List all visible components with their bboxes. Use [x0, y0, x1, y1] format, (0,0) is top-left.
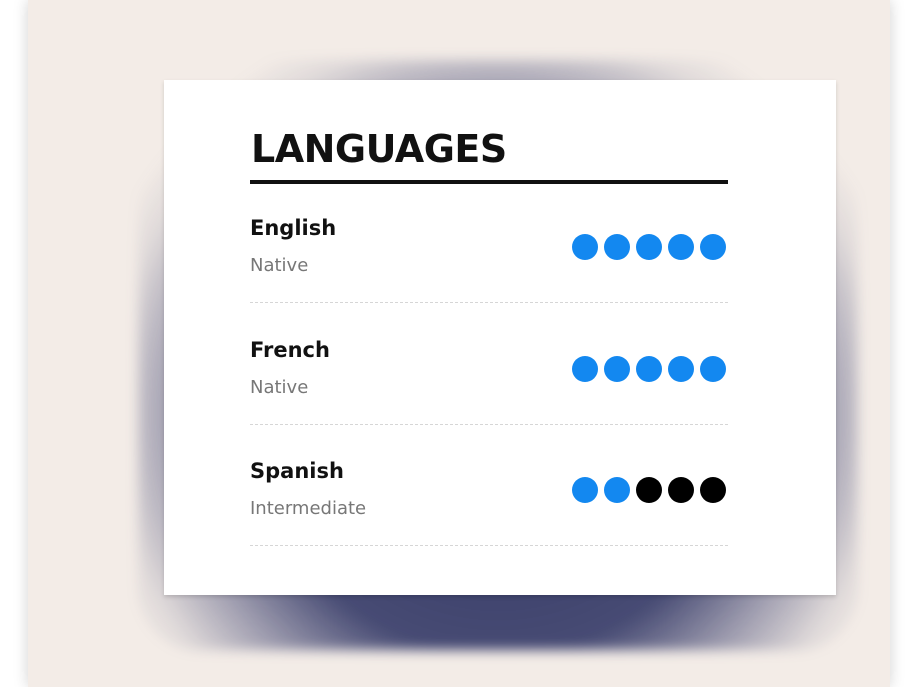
rating-dot-filled	[668, 356, 694, 382]
page-background: LANGUAGES English Native French Native S…	[28, 0, 890, 687]
rating-dot-filled	[572, 234, 598, 260]
language-row-french: French Native	[250, 338, 728, 460]
language-row-spanish: Spanish Intermediate	[250, 459, 728, 581]
title-underline	[250, 180, 728, 184]
proficiency-rating	[572, 356, 726, 382]
rating-dot-filled	[572, 477, 598, 503]
rating-dot-empty	[668, 477, 694, 503]
language-level: Native	[250, 255, 309, 276]
row-divider	[250, 424, 728, 425]
languages-card: LANGUAGES English Native French Native S…	[164, 80, 836, 595]
section-title: LANGUAGES	[251, 127, 507, 171]
proficiency-rating	[572, 477, 726, 503]
rating-dot-empty	[636, 477, 662, 503]
rating-dot-empty	[700, 477, 726, 503]
language-name: Spanish	[250, 459, 344, 483]
rating-dot-filled	[636, 356, 662, 382]
proficiency-rating	[572, 234, 726, 260]
rating-dot-filled	[604, 477, 630, 503]
language-level: Intermediate	[250, 498, 367, 519]
row-divider	[250, 302, 728, 303]
rating-dot-filled	[636, 234, 662, 260]
rating-dot-filled	[700, 234, 726, 260]
language-name: French	[250, 338, 330, 362]
language-name: English	[250, 216, 337, 240]
rating-dot-filled	[604, 356, 630, 382]
rating-dot-filled	[604, 234, 630, 260]
language-level: Native	[250, 377, 309, 398]
rating-dot-filled	[700, 356, 726, 382]
rating-dot-filled	[668, 234, 694, 260]
row-divider	[250, 545, 728, 546]
language-row-english: English Native	[250, 216, 728, 338]
rating-dot-filled	[572, 356, 598, 382]
